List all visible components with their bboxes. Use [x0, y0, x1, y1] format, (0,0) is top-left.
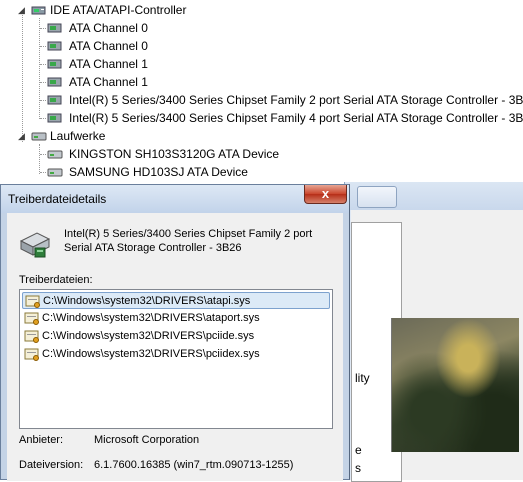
- tree-item[interactable]: ATA Channel 0: [40, 37, 523, 55]
- driver-file-path: C:\Windows\system32\DRIVERS\pciidex.sys: [42, 348, 260, 360]
- driver-file-path: C:\Windows\system32\DRIVERS\ataport.sys: [42, 312, 260, 324]
- tree-label: KINGSTON SH103S3120G ATA Device: [69, 147, 280, 161]
- storage-controller-icon: [19, 232, 51, 258]
- list-item[interactable]: C:\Windows\system32\DRIVERS\pciide.sys: [22, 328, 330, 345]
- list-item[interactable]: C:\Windows\system32\DRIVERS\pciidex.sys: [22, 346, 330, 363]
- provider-label: Anbieter:: [19, 434, 64, 446]
- ata-channel-icon: [47, 41, 62, 51]
- hard-disk-icon: [47, 150, 63, 159]
- provider-value: Microsoft Corporation: [94, 434, 200, 446]
- landscape-photo: [391, 318, 519, 452]
- tree-label: IDE ATA/ATAPI-Controller: [50, 3, 187, 17]
- ata-channel-icon: [47, 59, 62, 69]
- tree-category-drives[interactable]: ◢ Laufwerke: [15, 127, 215, 145]
- tree-label: SAMSUNG HD103SJ ATA Device: [69, 165, 248, 179]
- tree-label: ATA Channel 0: [69, 21, 148, 35]
- close-button[interactable]: x: [304, 185, 347, 204]
- hard-disk-icon: [47, 168, 63, 177]
- driver-file-icon: [25, 295, 40, 308]
- driver-file-icon: [24, 312, 39, 325]
- tree-item[interactable]: Intel(R) 5 Series/3400 Series Chipset Fa…: [40, 109, 523, 127]
- background-properties-window: lity e s: [344, 182, 523, 482]
- tree-item[interactable]: ATA Channel 0: [40, 19, 523, 37]
- driver-file-path: C:\Windows\system32\DRIVERS\atapi.sys: [43, 295, 251, 307]
- background-window-tab[interactable]: [357, 186, 397, 208]
- tree-item[interactable]: ATA Channel 1: [40, 55, 523, 73]
- file-version-value: 6.1.7600.16385 (win7_rtm.090713-1255): [94, 459, 294, 471]
- driver-file-icon: [24, 348, 39, 361]
- dialog-title: Treiberdateidetails: [8, 192, 107, 206]
- close-icon: x: [321, 186, 330, 201]
- device-tree: ◢ IDE ATA/ATAPI-Controller ATA Channel 0…: [0, 0, 523, 190]
- drive-category-icon: [31, 132, 47, 141]
- tree-label: Intel(R) 5 Series/3400 Series Chipset Fa…: [69, 111, 523, 125]
- tree-item[interactable]: SAMSUNG HD103SJ ATA Device: [40, 163, 340, 181]
- tree-label: ATA Channel 0: [69, 39, 148, 53]
- tree-label: Laufwerke: [50, 129, 106, 143]
- tree-item[interactable]: ATA Channel 1: [40, 73, 523, 91]
- driver-file-path: C:\Windows\system32\DRIVERS\pciide.sys: [42, 330, 255, 342]
- list-item[interactable]: C:\Windows\system32\DRIVERS\atapi.sys: [22, 292, 330, 309]
- dialog-client-area: Intel(R) 5 Series/3400 Series Chipset Fa…: [7, 213, 343, 481]
- background-window-titlebar: [345, 182, 523, 210]
- tree-label: ATA Channel 1: [69, 75, 148, 89]
- tree-label: ATA Channel 1: [69, 57, 148, 71]
- background-text-fragment: s: [355, 461, 361, 475]
- collapse-arrow-icon[interactable]: ◢: [18, 6, 27, 15]
- collapse-arrow-icon[interactable]: ◢: [18, 132, 27, 141]
- storage-controller-icon: [47, 113, 62, 123]
- file-version-label: Dateiversion:: [19, 459, 84, 471]
- tree-item[interactable]: Intel(R) 5 Series/3400 Series Chipset Fa…: [40, 91, 523, 109]
- ata-channel-icon: [47, 77, 62, 87]
- dialog-titlebar[interactable]: Treiberdateidetails x: [1, 185, 349, 213]
- driver-file-icon: [24, 330, 39, 343]
- tree-label: Intel(R) 5 Series/3400 Series Chipset Fa…: [69, 93, 523, 107]
- storage-controller-icon: [47, 95, 62, 105]
- tree-category-ide[interactable]: ◢ IDE ATA/ATAPI-Controller: [15, 1, 315, 19]
- background-text-fragment: lity: [355, 371, 370, 385]
- ata-channel-icon: [47, 23, 62, 33]
- background-text-fragment: e: [355, 443, 362, 457]
- tree-item[interactable]: KINGSTON SH103S3120G ATA Device: [40, 145, 340, 163]
- driver-files-list[interactable]: C:\Windows\system32\DRIVERS\atapi.sys C:…: [19, 289, 333, 429]
- list-item[interactable]: C:\Windows\system32\DRIVERS\ataport.sys: [22, 310, 330, 327]
- driver-device-name: Intel(R) 5 Series/3400 Series Chipset Fa…: [64, 228, 313, 254]
- controller-icon: [31, 6, 46, 15]
- driver-file-details-dialog: Treiberdateidetails x Intel(R) 5 Series/…: [0, 184, 350, 481]
- tree-guide-line: [22, 12, 23, 142]
- driver-files-label: Treiberdateien:: [19, 274, 93, 286]
